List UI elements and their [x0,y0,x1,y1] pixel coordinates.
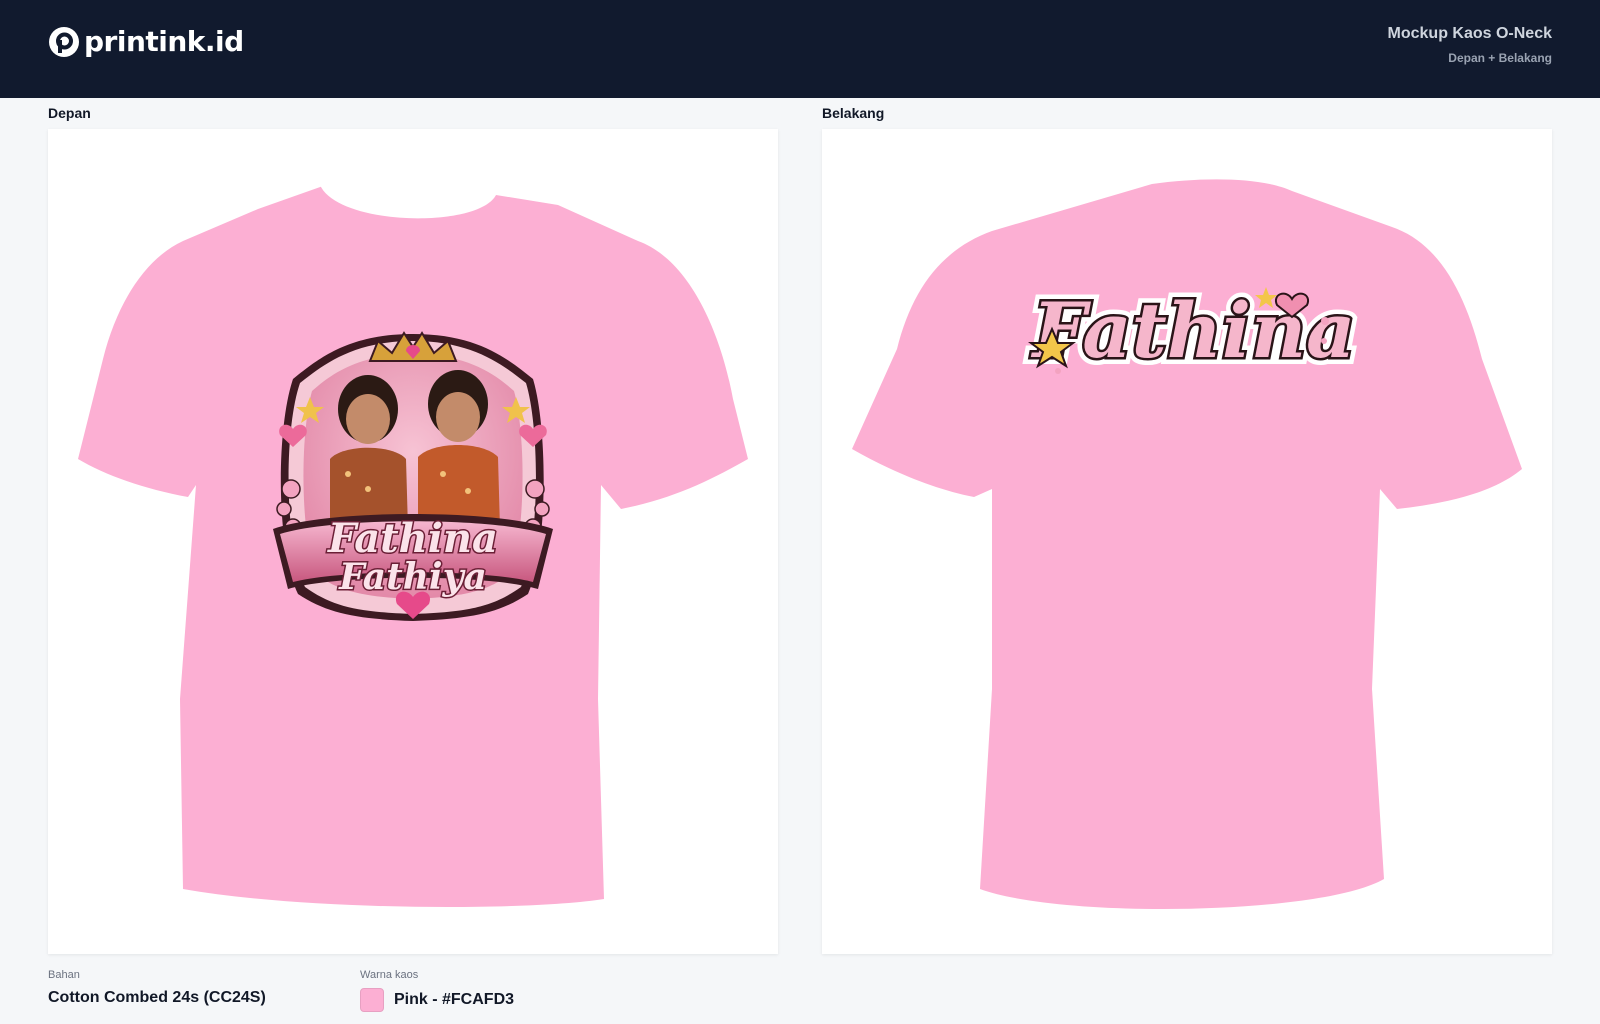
front-print-title-1: Fathina [327,515,498,562]
color-spec: Warna kaos Pink - #FCAFD3 [360,968,514,1012]
brand-name: printink.id [84,25,244,58]
header-info: Mockup Kaos O-Neck Depan + Belakang [1388,24,1552,66]
front-mockup-panel: Fathina Fathiya [48,129,778,954]
color-value: Pink - #FCAFD3 [394,991,515,1008]
color-swatch [360,988,384,1012]
page-title: Mockup Kaos O-Neck [1387,25,1552,42]
back-panel-label: Belakang [822,105,885,121]
front-print-title-2: Fathiya [338,556,487,598]
back-print-design: Fathina Fathina [1024,279,1363,382]
color-label: Warna kaos [360,969,419,981]
front-tshirt-mockup: Fathina Fathiya [78,180,748,908]
back-tshirt-mockup: Fathina Fathina [852,179,1522,910]
material-spec: Bahan Cotton Combed 24s (CC24S) [48,968,266,1008]
color-value-row: Pink - #FCAFD3 [360,988,514,1012]
front-print-design: Fathina Fathiya [273,331,553,621]
printink-logo-icon [49,27,79,57]
brand-logo[interactable]: printink.id [48,24,244,60]
material-label: Bahan [48,969,80,981]
page-subtitle: Depan + Belakang [1448,51,1552,65]
front-panel-label: Depan [48,105,91,121]
back-mockup-panel: Fathina Fathina [822,129,1552,954]
material-value: Cotton Combed 24s (CC24S) [48,989,266,1006]
top-header: printink.id Mockup Kaos O-Neck Depan + B… [0,0,1600,98]
